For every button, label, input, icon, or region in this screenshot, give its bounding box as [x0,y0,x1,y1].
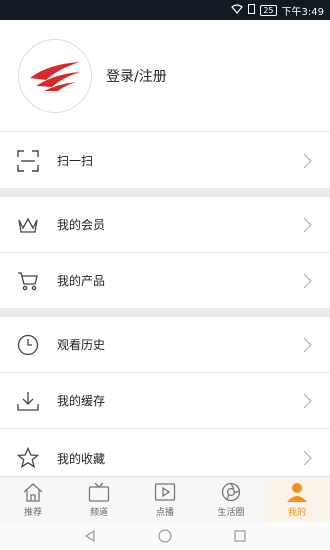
tv-icon [88,482,110,502]
menu-item-membership[interactable]: 我的会员 [0,197,330,253]
chevron-right-icon [303,217,312,232]
menu-item-label: 我的收藏 [57,452,106,466]
tab-circle[interactable]: 生活圈 [198,477,264,522]
scan-icon [17,149,39,172]
tab-vod[interactable]: 点播 [132,477,198,522]
bottom-tab-bar: 推荐 频道 点播 生活圈 我的 [0,476,330,522]
menu-item-products[interactable]: 我的产品 [0,253,330,309]
section-divider [0,309,330,317]
menu-item-label: 扫一扫 [57,154,94,168]
crown-icon [17,214,39,236]
profile-header[interactable]: 登录/注册 [0,20,330,132]
menu-item-favorites[interactable]: 我的收藏 [0,429,330,476]
home-icon [23,482,43,502]
tab-label: 生活圈 [217,507,245,518]
play-icon [154,482,176,501]
home-button-icon[interactable] [158,529,172,543]
tab-label: 推荐 [23,507,42,518]
back-icon[interactable] [84,530,96,542]
brand-logo [30,61,80,91]
tab-label: 频道 [89,507,108,518]
menu-item-history[interactable]: 观看历史 [0,317,330,373]
menu-item-label: 我的缓存 [57,394,106,408]
download-icon [17,390,39,412]
menu-item-cache[interactable]: 我的缓存 [0,373,330,429]
recents-icon[interactable] [234,530,246,542]
user-icon [287,482,307,502]
clock: 下午3:49 [281,6,324,18]
sim-icon [248,3,256,17]
chevron-right-icon [303,393,312,408]
aperture-icon [221,482,241,501]
chevron-right-icon [303,273,312,288]
avatar[interactable] [18,38,92,113]
star-icon [17,447,39,469]
chevron-right-icon [303,450,312,466]
cart-icon [17,270,39,292]
menu-item-scan[interactable]: 扫一扫 [0,133,330,189]
menu-item-label: 我的会员 [57,218,106,232]
status-bar: 25 下午3:49 [0,0,330,20]
tab-mine[interactable]: 我的 [264,477,330,522]
section-divider [0,189,330,197]
wifi-icon [231,3,244,17]
tab-channels[interactable]: 频道 [66,477,132,522]
battery-indicator: 25 [260,4,277,16]
login-register-link[interactable]: 登录/注册 [106,66,167,86]
clock-icon [17,334,39,356]
tab-label: 我的 [287,507,306,518]
tab-label: 点播 [155,507,174,518]
menu-item-label: 我的产品 [57,274,106,288]
chevron-right-icon [303,337,312,352]
tab-recommend[interactable]: 推荐 [0,477,66,522]
system-navigation-bar [0,522,330,550]
menu-item-label: 观看历史 [57,338,106,352]
chevron-right-icon [303,153,312,168]
